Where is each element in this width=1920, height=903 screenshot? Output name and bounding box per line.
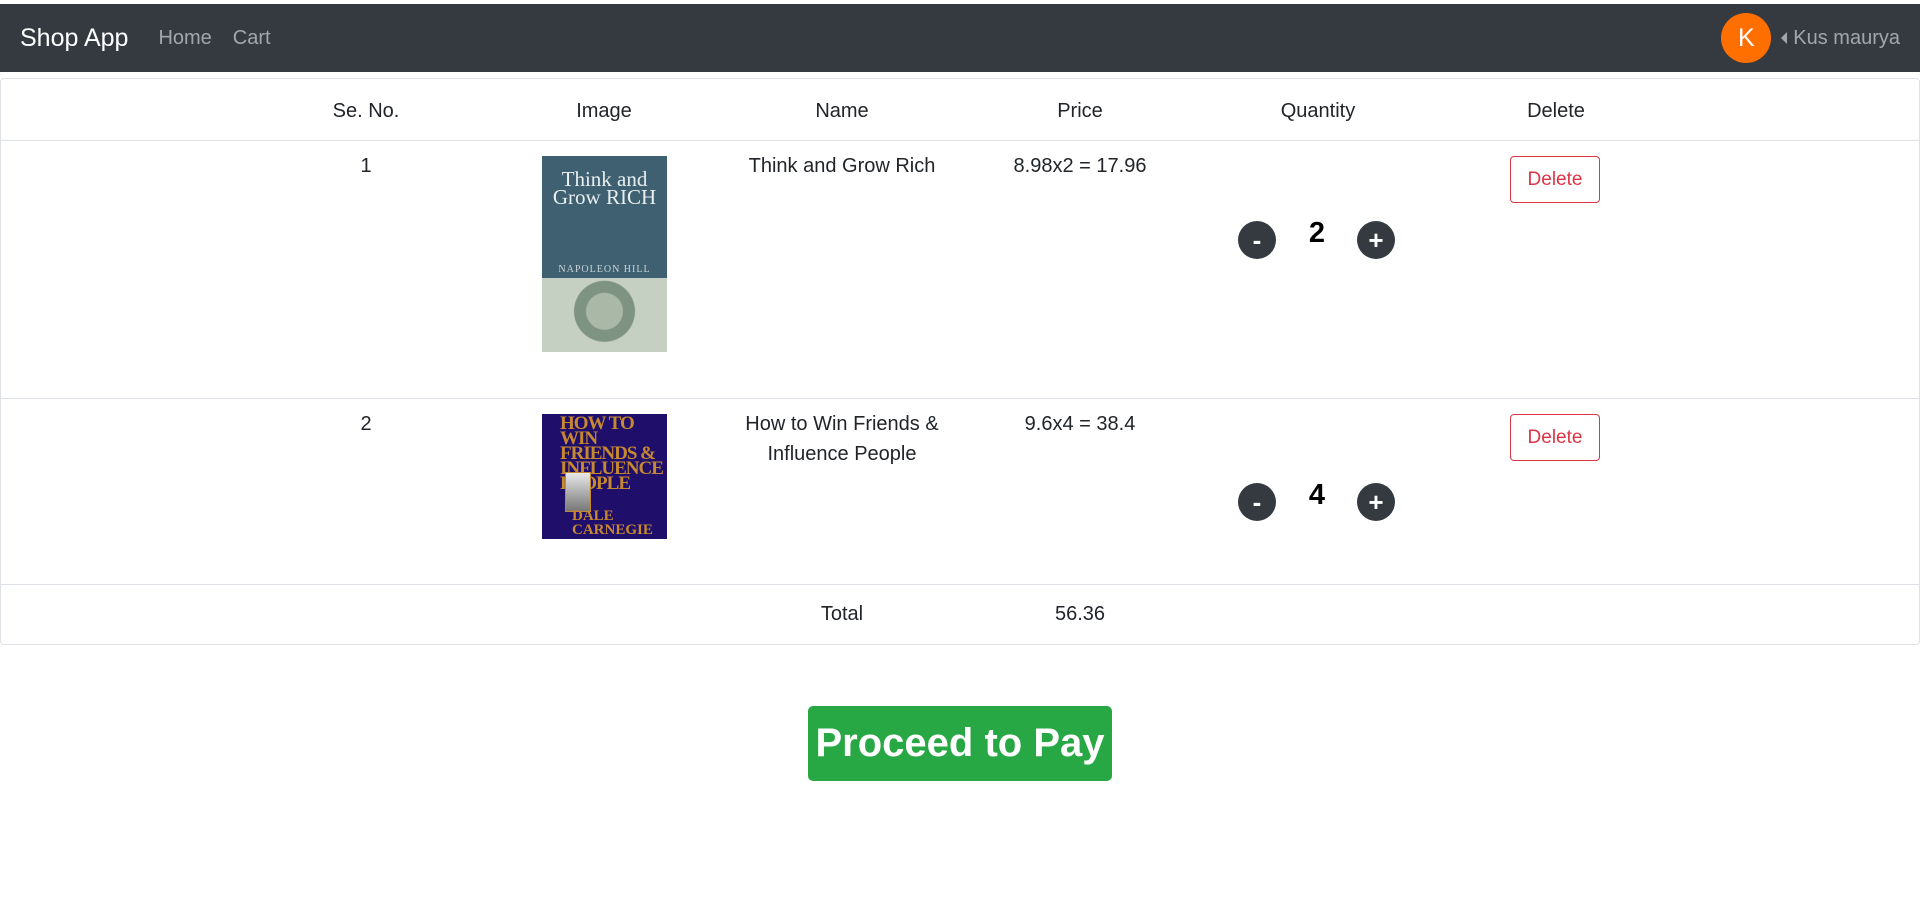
cover-title: HOW TO WIN FRIENDS & INFLUENCE PEOPLE xyxy=(560,413,664,494)
row-price: 9.6x4 = 38.4 xyxy=(1024,413,1136,435)
header-quantity: Quantity xyxy=(1280,100,1356,122)
total-value: 56.36 xyxy=(1054,603,1106,625)
quantity-value: 4 xyxy=(1308,479,1326,511)
decrease-quantity-button[interactable]: - xyxy=(1238,483,1276,521)
table-row: 1 Think and Grow RICH NAPOLEON HILL Thin… xyxy=(1,141,1919,399)
table-header-row: Se. No. Image Name Price Quantity Delete xyxy=(1,79,1919,141)
header-name: Name xyxy=(815,100,869,122)
cart-table: Se. No. Image Name Price Quantity Delete… xyxy=(0,78,1920,645)
quantity-stepper: - 4 + xyxy=(1238,479,1396,521)
decrease-quantity-button[interactable]: - xyxy=(1238,221,1276,259)
book-cover-image: HOW TO WIN FRIENDS & INFLUENCE PEOPLE DA… xyxy=(542,414,667,539)
quantity-stepper: - 2 + xyxy=(1238,217,1396,259)
total-row: Total 56.36 xyxy=(1,585,1919,645)
row-serial: 2 xyxy=(360,413,372,435)
caret-left-icon xyxy=(1781,32,1788,44)
proceed-to-pay-button[interactable]: Proceed to Pay xyxy=(808,706,1112,781)
quantity-value: 2 xyxy=(1308,217,1326,249)
cover-title: Think and Grow RICH xyxy=(542,156,667,264)
cover-artwork xyxy=(542,278,667,352)
header-serial: Se. No. xyxy=(332,100,400,122)
avatar[interactable]: K xyxy=(1721,13,1772,63)
row-name: How to Win Friends & Influence People xyxy=(745,413,939,465)
increase-quantity-button[interactable]: + xyxy=(1357,483,1395,521)
row-price: 8.98x2 = 17.96 xyxy=(1013,155,1147,177)
delete-button[interactable]: Delete xyxy=(1510,414,1600,461)
header-image: Image xyxy=(576,100,632,122)
user-menu[interactable]: K Kus maurya xyxy=(1721,13,1900,63)
nav-cart-link[interactable]: Cart xyxy=(233,27,271,50)
total-label: Total xyxy=(820,603,864,625)
cover-author: DALE CARNEGIE xyxy=(572,508,653,538)
top-navbar: Shop App Home Cart K Kus maurya xyxy=(0,4,1920,72)
delete-button[interactable]: Delete xyxy=(1510,156,1600,203)
header-price: Price xyxy=(1057,100,1103,122)
header-delete: Delete xyxy=(1527,100,1585,122)
nav-home-link[interactable]: Home xyxy=(158,27,211,50)
table-row: 2 HOW TO WIN FRIENDS & INFLUENCE PEOPLE … xyxy=(1,399,1919,585)
row-name: Think and Grow Rich xyxy=(748,155,936,177)
book-cover-image: Think and Grow RICH NAPOLEON HILL xyxy=(542,156,667,352)
username[interactable]: Kus maurya xyxy=(1793,27,1900,50)
cover-portrait xyxy=(565,472,591,512)
increase-quantity-button[interactable]: + xyxy=(1357,221,1395,259)
row-serial: 1 xyxy=(360,155,372,177)
cover-author: NAPOLEON HILL xyxy=(542,264,667,278)
brand-link[interactable]: Shop App xyxy=(20,24,128,53)
